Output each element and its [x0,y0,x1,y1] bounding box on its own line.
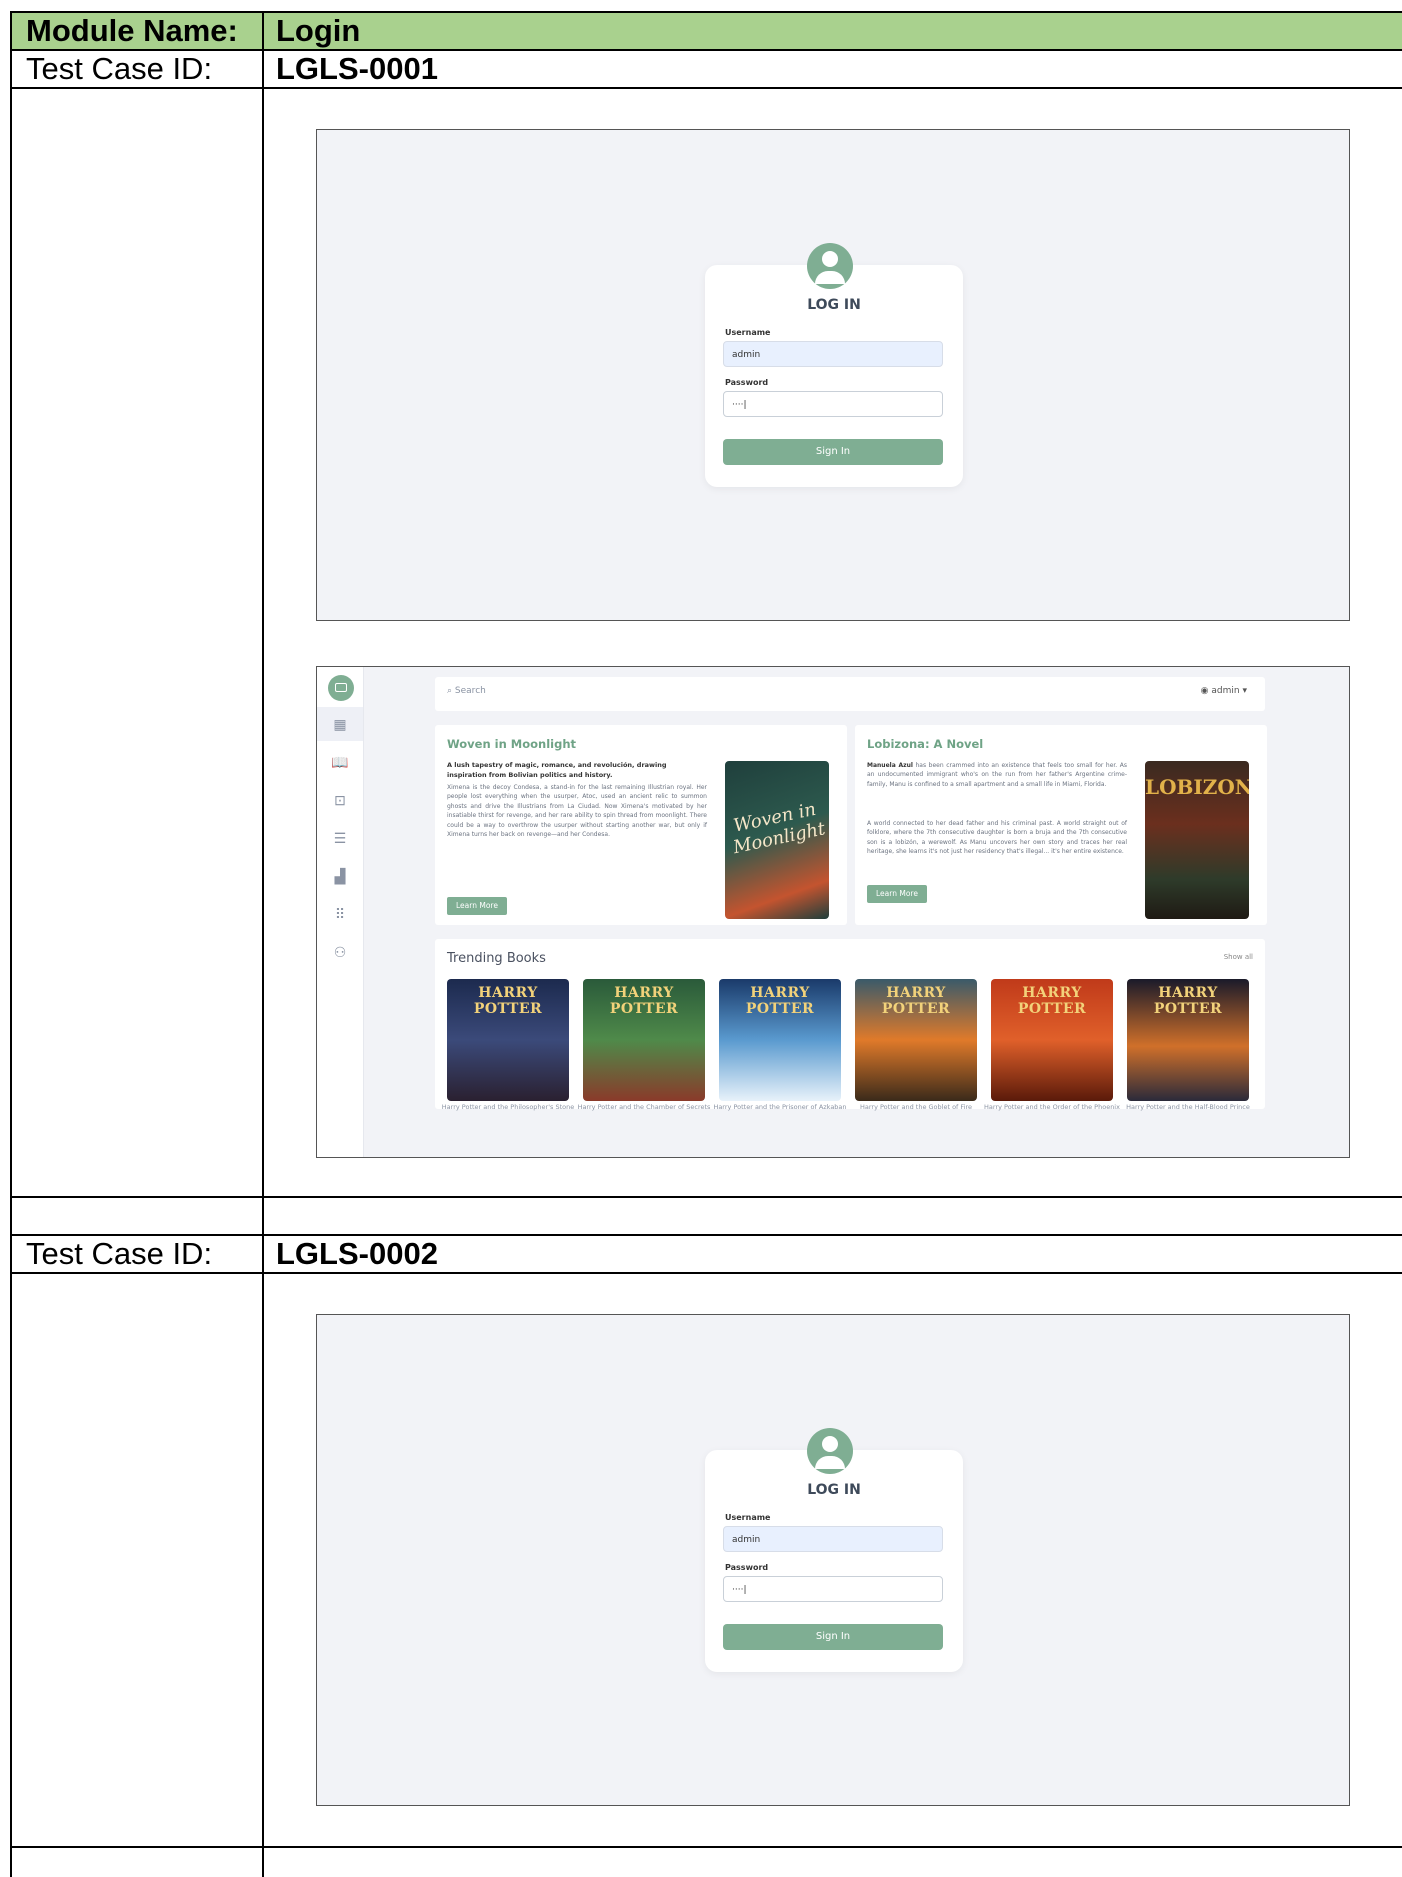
user-avatar-icon [807,1428,853,1474]
table-border [10,1234,1402,1236]
table-border [10,1846,1402,1848]
trending-book-caption: Harry Potter and the Goblet of Fire [859,1103,973,1111]
sign-in-button[interactable]: Sign In [723,1624,943,1650]
trending-title: Trending Books [447,951,546,966]
search-icon: ⌕ [447,686,453,696]
password-label: Password [725,1563,769,1572]
table-border [10,1196,1402,1198]
username-label: Username [725,1513,771,1522]
trending-book-caption: Harry Potter and the Half-Blood Prince [1126,1103,1250,1111]
caret-down-icon: ▾ [1242,686,1247,696]
table-border [10,87,1402,89]
user-circle-icon: ◉ [1200,686,1209,696]
users-icon[interactable]: ⚇ [331,943,349,961]
password-label: Password [725,378,769,387]
search-input[interactable]: ⌕ Search [447,686,486,696]
top-bar: ⌕ Search ◉ admin ▾ [435,677,1265,711]
sign-in-button[interactable]: Sign In [723,439,943,465]
dashboard-screenshot: ▦ 📖 ⊡ ☰ ▟ ⠿ ⚇ ⌕ Search ◉ admin ▾ Woven i… [316,666,1350,1158]
username-label: Username [725,328,771,337]
feature-description: A world connected to her dead father and… [867,820,1127,856]
test-case-id: LGLS-0001 [276,51,438,86]
book-icon[interactable]: 📖 [331,753,349,771]
user-menu[interactable]: ◉ admin ▾ [1201,686,1247,696]
book-cover-image: Woven in Moonlight [725,761,829,919]
trending-book-cover[interactable]: HARRY POTTER [719,979,841,1101]
feature-lead: A lush tapestry of magic, romance, and r… [447,761,667,779]
search-placeholder: Search [454,686,486,696]
bookmark-icon[interactable]: ⊡ [331,791,349,809]
feature-description: Ximena is the decoy Condesa, a stand-in … [447,784,707,839]
login-title: LOG IN [807,1482,861,1498]
login-screenshot: LOG IN Username admin Password ····| Sig… [316,1314,1350,1806]
show-all-link[interactable]: Show all [1224,953,1253,961]
test-case-label: Test Case ID: [26,1236,213,1271]
module-name-label: Module Name: [26,13,238,48]
feature-description: Manuela Azul has been crammed into an ex… [867,762,1127,788]
trending-book-cover[interactable]: HARRY POTTER [1127,979,1249,1101]
feature-title: Lobizona: A Novel [867,737,984,751]
building-icon[interactable]: ▟ [331,867,349,885]
username-input[interactable]: admin [723,1526,943,1552]
table-border [10,1272,1402,1274]
login-card: LOG IN Username admin Password ····| Sig… [705,243,963,487]
trending-book-cover[interactable]: HARRY POTTER [583,979,705,1101]
app-logo-icon [328,675,354,701]
feature-title: Woven in Moonlight [447,737,577,751]
learn-more-button[interactable]: Learn More [447,897,507,915]
username-input[interactable]: admin [723,341,943,367]
grid-icon[interactable]: ⠿ [331,905,349,923]
trending-book-cover[interactable]: HARRY POTTER [991,979,1113,1101]
password-input[interactable]: ····| [723,391,943,417]
feature-card: Woven in Moonlight A lush tapestry of ma… [435,725,847,925]
test-case-label: Test Case ID: [26,51,213,86]
dashboard-icon[interactable]: ▦ [331,715,349,733]
trending-book-caption: Harry Potter and the Chamber of Secrets [577,1103,711,1111]
list-icon[interactable]: ☰ [331,829,349,847]
trending-book-cover[interactable]: HARRY POTTER [447,979,569,1101]
trending-book-caption: Harry Potter and the Philosopher's Stone [441,1103,575,1111]
trending-book-cover[interactable]: HARRY POTTER [855,979,977,1101]
table-border [262,11,264,1877]
table-border [10,11,12,1877]
sidebar: ▦ 📖 ⊡ ☰ ▟ ⠿ ⚇ [317,667,364,1157]
login-screenshot: LOG IN Username admin Password ····| Sig… [316,129,1350,621]
password-input[interactable]: ····| [723,1576,943,1602]
login-title: LOG IN [807,297,861,313]
test-case-id: LGLS-0002 [276,1236,438,1271]
trending-book-caption: Harry Potter and the Order of the Phoeni… [984,1103,1120,1111]
trending-book-caption: Harry Potter and the Prisoner of Azkaban [713,1103,847,1111]
module-name-value: Login [276,13,361,48]
learn-more-button[interactable]: Learn More [867,885,927,903]
feature-card: Lobizona: A Novel Manuela Azul has been … [855,725,1267,925]
login-card: LOG IN Username admin Password ····| Sig… [705,1428,963,1672]
user-name: admin [1211,686,1240,696]
trending-section: Trending Books Show all HARRY POTTER Har… [435,939,1265,1111]
user-avatar-icon [807,243,853,289]
book-cover-image: LOBIZONA [1145,761,1249,919]
